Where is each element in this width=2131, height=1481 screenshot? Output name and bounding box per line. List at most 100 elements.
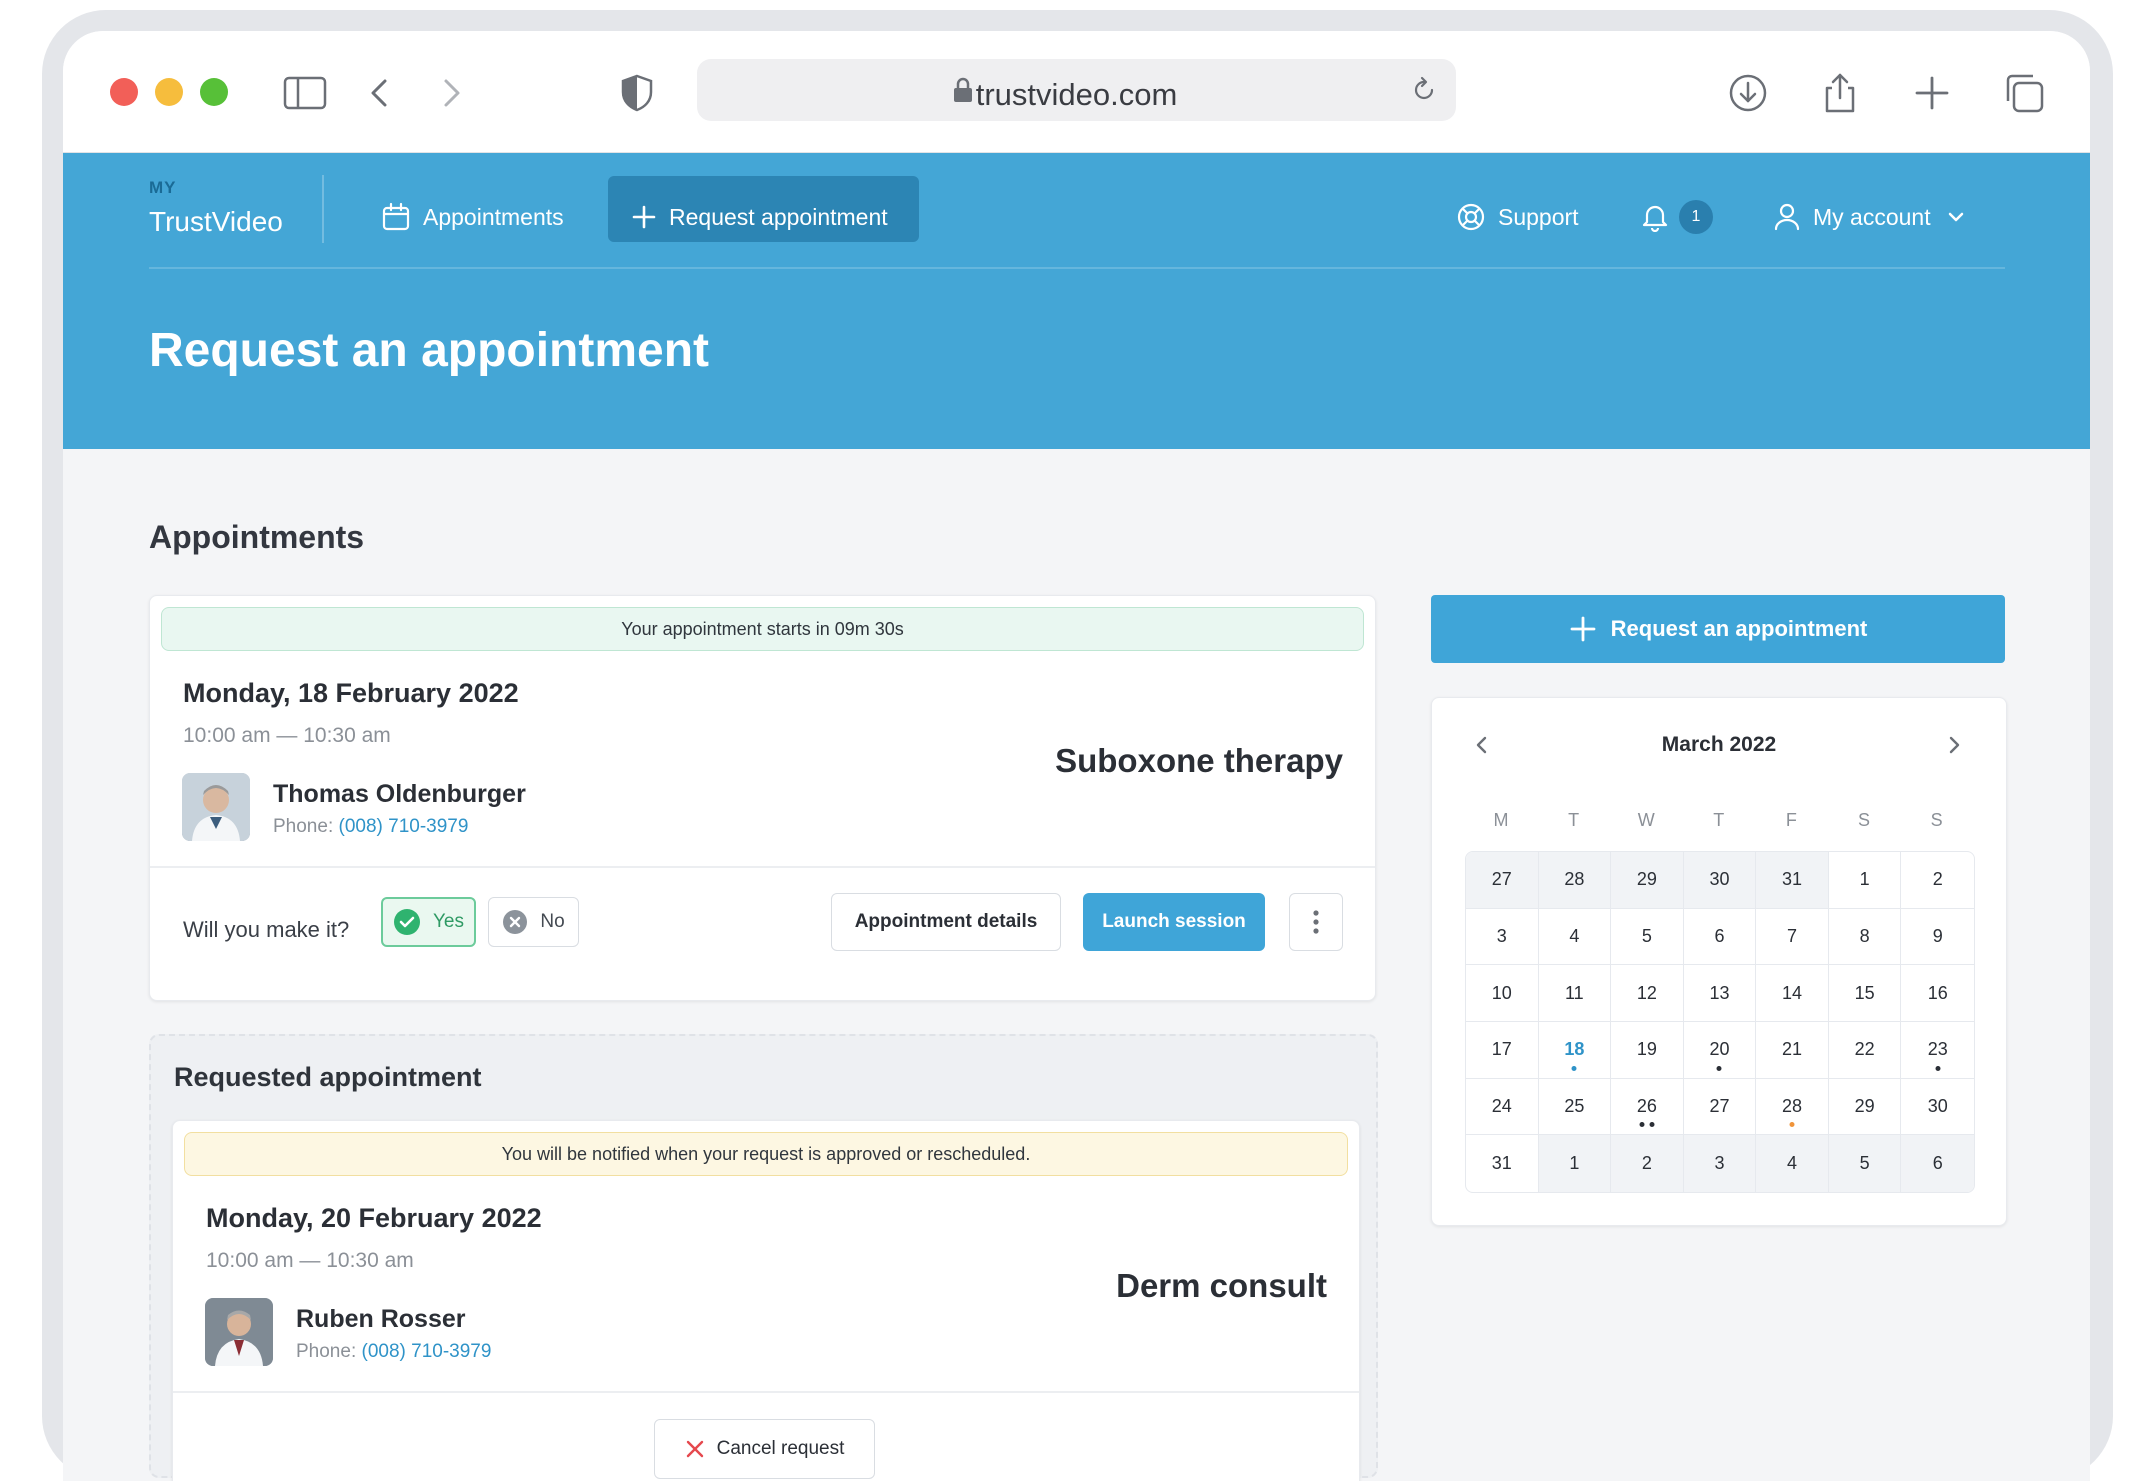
calendar-day[interactable]: 27 bbox=[1683, 1078, 1757, 1136]
calendar-day[interactable]: 9 bbox=[1901, 909, 1974, 966]
calendar-day[interactable]: 21 bbox=[1756, 1022, 1829, 1079]
calendar-day[interactable]: 2 bbox=[1611, 1135, 1684, 1192]
nav-my-account[interactable]: My account bbox=[1773, 201, 1967, 233]
calendar-day[interactable]: 28 bbox=[1538, 852, 1612, 909]
maximize-window-button[interactable] bbox=[200, 78, 228, 106]
appointment-details-button[interactable]: Appointment details bbox=[831, 893, 1061, 951]
calendar-day-number: 21 bbox=[1782, 1039, 1803, 1060]
calendar-day[interactable]: 31 bbox=[1756, 852, 1829, 909]
nav-support[interactable]: Support bbox=[1456, 201, 1579, 233]
calendar-day[interactable]: 31 bbox=[1466, 1135, 1539, 1192]
appointment-time: 10:00 am — 10:30 am bbox=[183, 724, 391, 747]
calendar-weekday: S bbox=[1930, 810, 1943, 830]
app-header: MY TrustVideo Appointments Request appoi… bbox=[63, 153, 2090, 449]
calendar-day[interactable]: 4 bbox=[1538, 908, 1612, 966]
upcoming-appointment-card: Your appointment starts in 09m 30s Monda… bbox=[149, 595, 1376, 1001]
calendar-day[interactable]: 30 bbox=[1683, 852, 1757, 909]
calendar-day-number: 11 bbox=[1565, 982, 1584, 1003]
calendar-day[interactable]: 29 bbox=[1828, 1078, 1902, 1136]
doctor-phone: Phone: (008) 710-3979 bbox=[296, 1341, 491, 1363]
calendar-day[interactable]: 15 bbox=[1828, 965, 1902, 1022]
calendar-day[interactable]: 30 bbox=[1901, 1079, 1974, 1136]
event-indicator bbox=[1789, 1122, 1795, 1128]
back-arrow-icon[interactable] bbox=[358, 71, 402, 115]
calendar-day-number: 10 bbox=[1491, 982, 1512, 1003]
calendar-day[interactable]: 7 bbox=[1756, 908, 1829, 966]
attend-no-button[interactable]: No bbox=[488, 897, 579, 947]
attend-yes-label: Yes bbox=[433, 911, 464, 932]
calendar-day[interactable]: 16 bbox=[1901, 965, 1974, 1022]
calendar-day[interactable]: 29 bbox=[1611, 852, 1684, 909]
sidebar-toggle-icon[interactable] bbox=[283, 71, 327, 115]
kebab-menu-icon bbox=[1313, 910, 1319, 934]
attend-yes-button[interactable]: Yes bbox=[381, 897, 476, 947]
calendar-day[interactable]: 17 bbox=[1466, 1022, 1539, 1079]
calendar-day[interactable]: 2 bbox=[1901, 852, 1974, 909]
calendar-weekday: M bbox=[1493, 810, 1509, 830]
notification-badge: 1 bbox=[1679, 200, 1713, 234]
appointment-date: Monday, 18 February 2022 bbox=[183, 678, 519, 708]
calendar-day[interactable]: 22 bbox=[1828, 1022, 1902, 1079]
cancel-request-label: Cancel request bbox=[716, 1438, 845, 1459]
calendar-day[interactable]: 27 bbox=[1466, 852, 1539, 909]
calendar-day[interactable]: 3 bbox=[1683, 1135, 1757, 1192]
calendar-day[interactable]: 5 bbox=[1828, 1135, 1902, 1192]
logo[interactable]: TrustVideo bbox=[149, 206, 283, 238]
new-tab-plus-icon[interactable] bbox=[1910, 71, 1954, 115]
calendar-day[interactable]: 3 bbox=[1466, 908, 1539, 966]
calendar-day-number: 4 bbox=[1569, 925, 1580, 946]
calendar-day-number: 31 bbox=[1782, 869, 1803, 890]
address-bar[interactable]: trustvideo.com bbox=[697, 59, 1456, 121]
minimize-window-button[interactable] bbox=[155, 78, 183, 106]
calendar-day[interactable]: 26 bbox=[1611, 1078, 1684, 1136]
forward-arrow-icon[interactable] bbox=[429, 71, 473, 115]
calendar-day-number: 27 bbox=[1709, 1095, 1730, 1116]
cancel-request-button[interactable]: Cancel request bbox=[654, 1419, 875, 1479]
reload-icon[interactable] bbox=[1409, 75, 1439, 105]
calendar-day[interactable]: 10 bbox=[1466, 965, 1539, 1022]
calendar-day[interactable]: 4 bbox=[1756, 1135, 1829, 1192]
more-options-button[interactable] bbox=[1289, 893, 1343, 951]
calendar-day[interactable]: 5 bbox=[1611, 908, 1684, 966]
launch-session-button[interactable]: Launch session bbox=[1083, 893, 1265, 951]
close-window-button[interactable] bbox=[110, 78, 138, 106]
requested-appointment-time: 10:00 am — 10:30 am bbox=[206, 1249, 414, 1272]
calendar-day[interactable]: 24 bbox=[1466, 1078, 1539, 1136]
calendar-day[interactable]: 6 bbox=[1901, 1135, 1974, 1192]
calendar-day[interactable]: 28 bbox=[1756, 1078, 1829, 1136]
event-indicator bbox=[1716, 1065, 1722, 1071]
calendar-next-icon[interactable] bbox=[1941, 732, 1967, 758]
nav-appointments-label: Appointments bbox=[423, 203, 564, 230]
calendar-day[interactable]: 14 bbox=[1756, 965, 1829, 1022]
privacy-shield-icon[interactable] bbox=[615, 71, 659, 115]
nav-appointments[interactable]: Appointments bbox=[381, 201, 564, 233]
calendar-day-today[interactable]: 18 bbox=[1538, 1022, 1612, 1079]
calendar-day[interactable]: 20 bbox=[1683, 1022, 1757, 1079]
calendar-day[interactable]: 11 bbox=[1538, 965, 1612, 1022]
nav-request-appointment-content[interactable]: Request appointment bbox=[631, 201, 888, 233]
phone-link[interactable]: (008) 710-3979 bbox=[339, 816, 469, 837]
calendar-day[interactable]: 19 bbox=[1611, 1022, 1684, 1079]
card-divider bbox=[173, 1391, 1359, 1393]
calendar-day[interactable]: 6 bbox=[1683, 908, 1757, 966]
calendar-day[interactable]: 1 bbox=[1538, 1135, 1612, 1192]
phone-link[interactable]: (008) 710-3979 bbox=[362, 1341, 492, 1362]
share-icon[interactable] bbox=[1818, 71, 1862, 115]
calendar-day[interactable]: 1 bbox=[1828, 852, 1902, 909]
download-icon[interactable] bbox=[1726, 71, 1770, 115]
nav-notifications[interactable]: 1 bbox=[1641, 200, 1713, 234]
x-circle-icon bbox=[503, 910, 528, 934]
calendar-day[interactable]: 8 bbox=[1828, 908, 1902, 966]
calendar-day[interactable]: 25 bbox=[1538, 1078, 1612, 1136]
request-appointment-button[interactable]: Request an appointment bbox=[1431, 595, 2005, 663]
calendar-day[interactable]: 23 bbox=[1901, 1022, 1974, 1079]
calendar-day[interactable]: 12 bbox=[1611, 965, 1684, 1022]
phone-label: Phone: bbox=[273, 816, 334, 837]
calendar-day-number: 30 bbox=[1927, 1095, 1948, 1116]
chevron-down-icon bbox=[1948, 212, 1963, 222]
calendar-day-number: 13 bbox=[1709, 982, 1730, 1003]
doctor-name: Ruben Rosser bbox=[296, 1305, 466, 1333]
tabs-overview-icon[interactable] bbox=[2002, 71, 2046, 115]
event-dot bbox=[1649, 1122, 1655, 1128]
calendar-day[interactable]: 13 bbox=[1683, 965, 1757, 1022]
